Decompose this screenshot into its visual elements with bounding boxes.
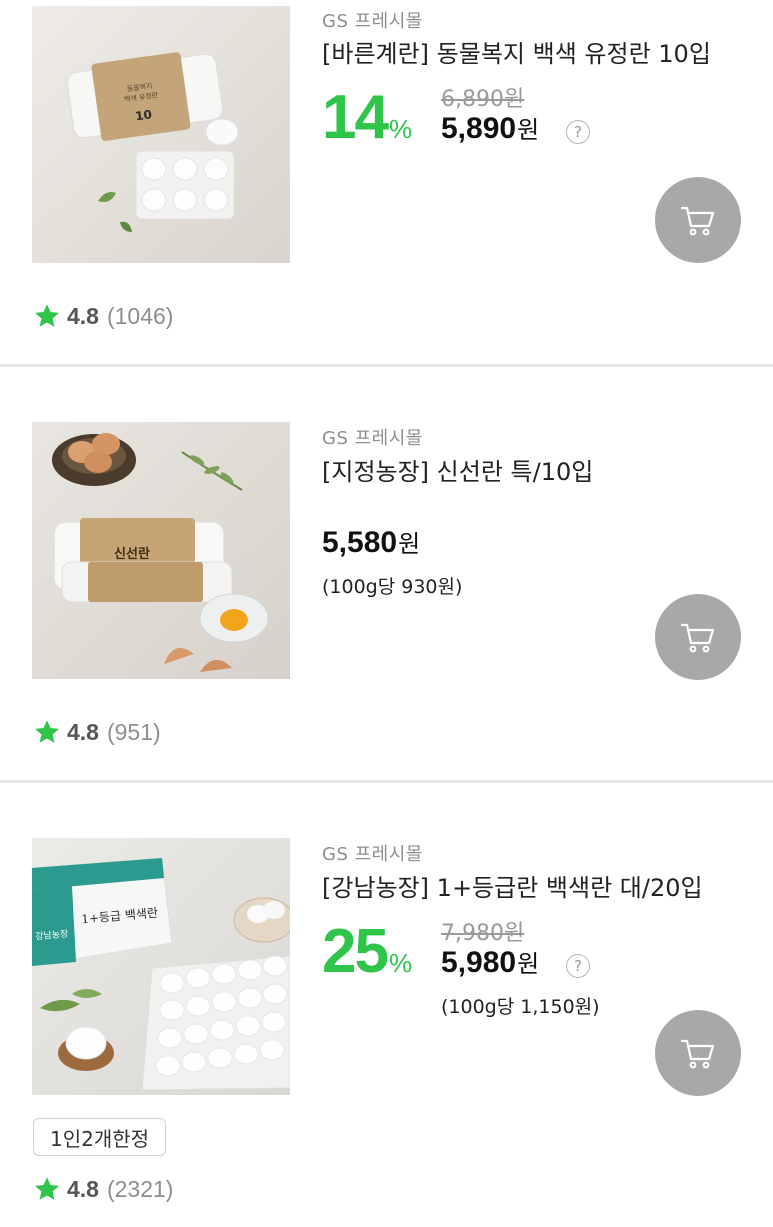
discount-rate-value: 14: [322, 83, 389, 152]
seller-name: GS 프레시몰: [322, 428, 423, 449]
original-price: 7,980원: [441, 921, 525, 946]
product-title[interactable]: [강남농장] 1+등급란 백색란 대/20입: [322, 868, 703, 903]
sale-price-unit: 원: [398, 531, 421, 558]
product-title[interactable]: [바른계란] 동물복지 백색 유정란 10입: [322, 34, 711, 69]
discount-rate-unit: %: [388, 114, 413, 144]
rating-score: 4.8: [67, 302, 99, 329]
rating: 4.8 (2321): [33, 1175, 173, 1203]
sale-price-value: 5,890: [441, 112, 517, 145]
original-price: 6,890원: [441, 87, 525, 112]
svg-text:신선란: 신선란: [114, 546, 150, 562]
cart-icon: [680, 623, 715, 653]
product-thumbnail[interactable]: 1+등급 백색란 강남농장: [32, 838, 290, 1095]
seller-name: GS 프레시몰: [322, 11, 423, 32]
question-circle-icon[interactable]: ?: [566, 954, 590, 978]
product-thumbnail[interactable]: 동물복지 백색 유정란 10: [32, 6, 290, 263]
review-count: (951): [106, 718, 161, 745]
product-card[interactable]: 동물복지 백색 유정란 10 GS 프레시몰 [바른계란] 동물복지 백색 유정…: [0, 0, 773, 365]
product-thumbnail[interactable]: 신선란 10: [32, 422, 290, 679]
rating: 4.8 (951): [33, 718, 161, 746]
cart-icon: [680, 1039, 715, 1069]
add-to-cart-button[interactable]: [655, 594, 741, 680]
discount-rate: 25%: [322, 916, 412, 987]
rating-score: 4.8: [67, 1175, 99, 1202]
unit-price: (100g당 1,150원): [441, 996, 600, 1018]
sale-price-unit: 원: [517, 951, 540, 978]
product-image-egg-pack: 신선란 10: [32, 422, 290, 679]
star-icon: [35, 1177, 59, 1200]
question-circle-icon[interactable]: ?: [566, 120, 590, 144]
purchase-limit-badge: 1인2개한정: [33, 1118, 167, 1156]
svg-text:10: 10: [134, 107, 152, 123]
add-to-cart-button[interactable]: [655, 1010, 741, 1096]
review-count: (2321): [106, 1175, 174, 1202]
sale-price-unit: 원: [517, 117, 540, 144]
unit-price: (100g당 930원): [322, 576, 463, 598]
sale-price: 5,890원: [441, 110, 539, 146]
product-image-egg-pack: 동물복지 백색 유정란 10: [32, 6, 290, 263]
rating: 4.8 (1046): [33, 302, 173, 330]
rating-score: 4.8: [67, 718, 99, 745]
sale-price-value: 5,980: [441, 946, 517, 979]
product-image-egg-pack: 1+등급 백색란 강남농장: [32, 838, 290, 1095]
sale-price: 5,580원: [322, 524, 420, 560]
discount-rate-unit: %: [388, 948, 413, 978]
seller-name: GS 프레시몰: [322, 844, 423, 865]
discount-rate: 14%: [322, 82, 412, 153]
star-icon: [35, 304, 59, 327]
product-title[interactable]: [지정농장] 신선란 특/10입: [322, 452, 593, 487]
add-to-cart-button[interactable]: [655, 177, 741, 263]
star-icon: [35, 720, 59, 743]
discount-rate-value: 25: [322, 917, 389, 986]
sale-price-value: 5,580: [322, 526, 398, 559]
cart-icon: [680, 206, 715, 236]
product-card[interactable]: 1+등급 백색란 강남농장 GS 프레시몰 [강남농장] 1+등급란 백색란 대…: [0, 783, 773, 1227]
product-card[interactable]: 신선란 10 GS 프레시몰 [지정농장] 신선란 특/10입 5,580원 (…: [0, 367, 773, 780]
sale-price: 5,980원: [441, 944, 539, 980]
review-count: (1046): [106, 302, 174, 329]
